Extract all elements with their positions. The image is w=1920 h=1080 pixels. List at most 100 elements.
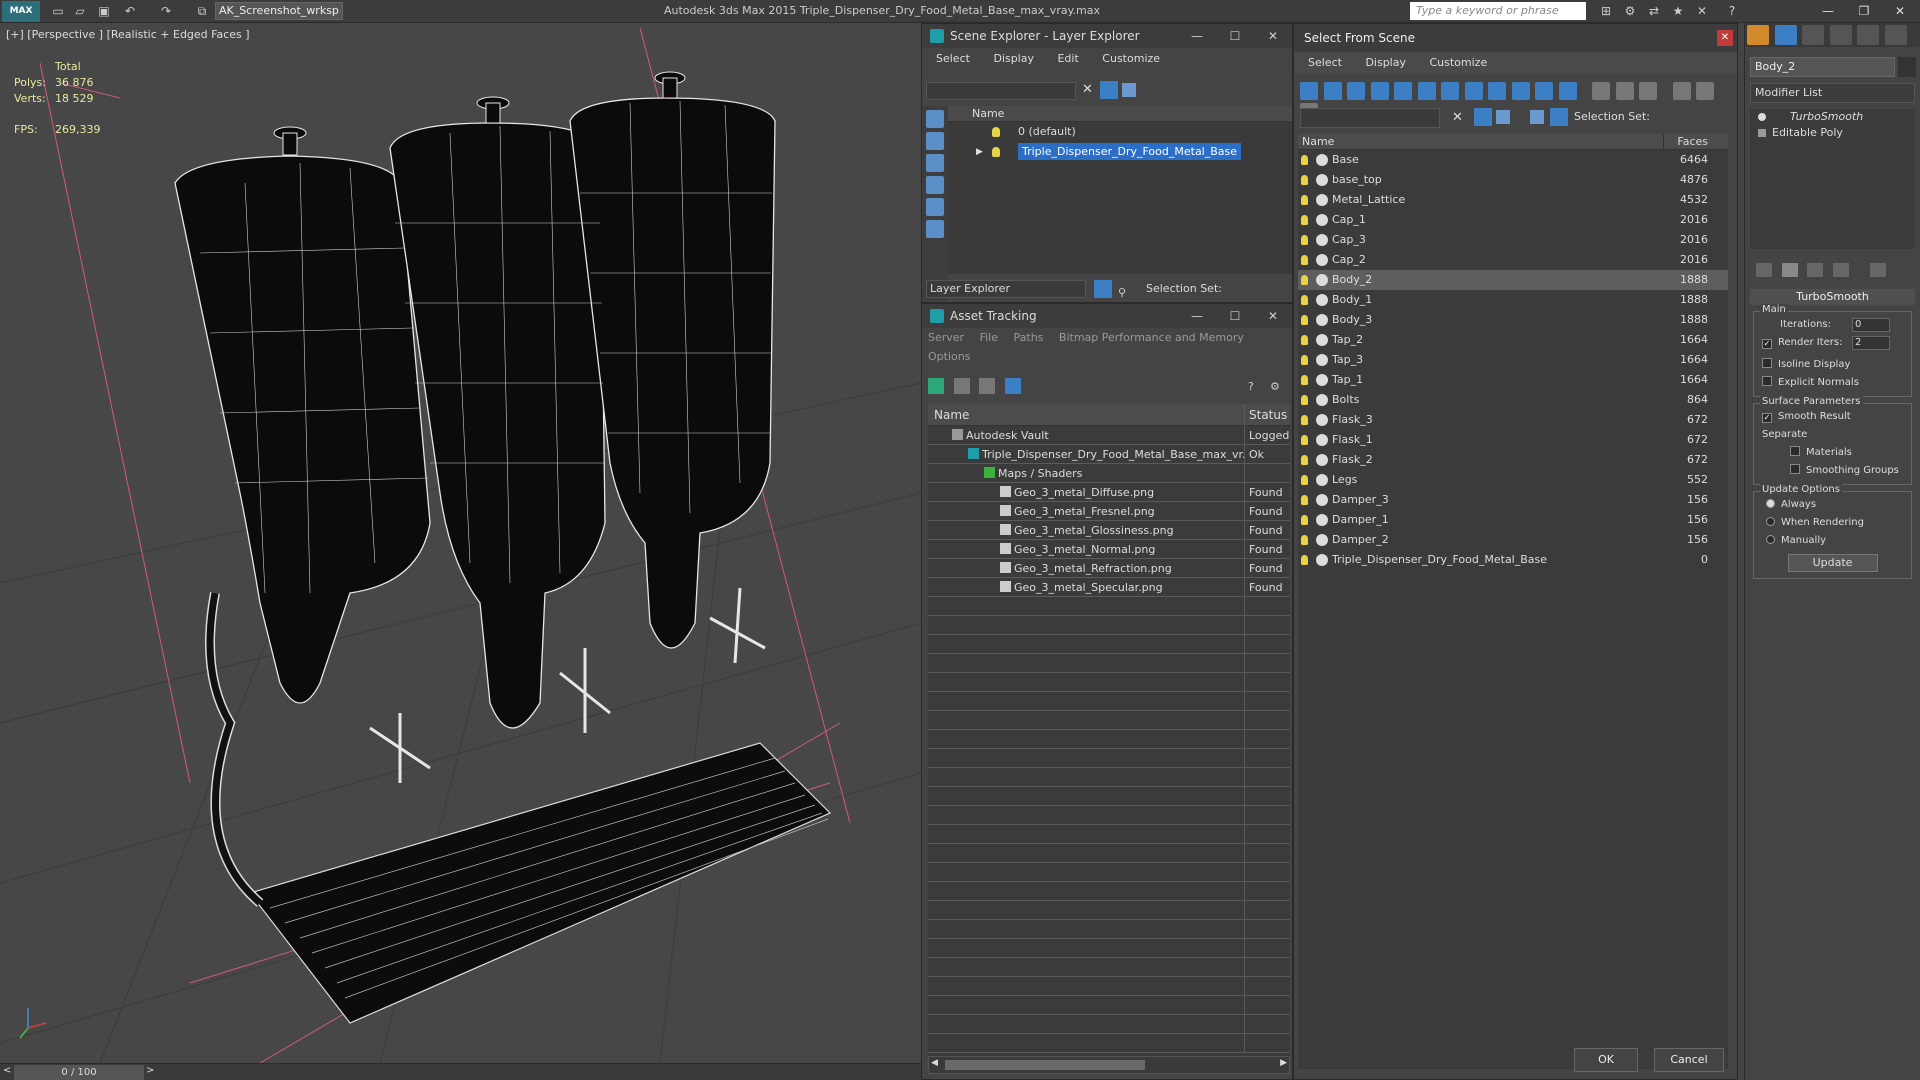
visibility-bulb-icon[interactable] <box>1301 415 1308 425</box>
asset-row[interactable]: Geo_3_metal_Specular.png Found <box>928 578 1290 597</box>
at-settings-icon[interactable]: ⚙ <box>1270 380 1284 394</box>
asset-row[interactable]: Triple_Dispenser_Dry_Food_Metal_Base_max… <box>928 445 1290 464</box>
at-menu-server[interactable]: Server <box>928 331 964 344</box>
scroll-thumb[interactable] <box>945 1060 1145 1070</box>
object-row[interactable]: Damper_2 156 <box>1298 530 1728 550</box>
viewport-label[interactable]: [+] [Perspective ] [Realistic + Edged Fa… <box>6 28 250 41</box>
filter-lights-icon[interactable] <box>1347 82 1365 100</box>
always-radio[interactable] <box>1766 499 1775 508</box>
timeline-prev-icon[interactable]: < <box>3 1065 11 1076</box>
list-view-icon[interactable] <box>953 378 970 394</box>
modifier-bulb-icon[interactable] <box>1758 113 1766 121</box>
object-row[interactable]: Flask_3 672 <box>1298 410 1728 430</box>
modifier-stack-item[interactable]: Editable Poly <box>1750 125 1915 141</box>
ss-menu-select[interactable]: Select <box>1308 56 1342 69</box>
ss-hierarchy-icon[interactable] <box>1550 108 1568 126</box>
object-row[interactable]: Flask_1 672 <box>1298 430 1728 450</box>
hierarchy-icon[interactable]: ⚲ <box>1118 280 1134 299</box>
asset-row[interactable]: Geo_3_metal_Normal.png Found <box>928 540 1290 559</box>
workspace-dropdown[interactable]: AK_Screenshot_wrksp <box>215 2 343 20</box>
manually-radio[interactable] <box>1766 535 1775 544</box>
filter-hidden-icon[interactable] <box>1558 82 1577 100</box>
binoculars-icon[interactable]: ⊞ <box>1598 3 1614 19</box>
modify-tab-icon[interactable] <box>1774 25 1797 45</box>
explorer-type-dropdown[interactable]: Layer Explorer <box>926 280 1086 298</box>
visibility-bulb-icon[interactable] <box>1301 375 1308 385</box>
asset-col-status[interactable]: Status <box>1245 404 1290 425</box>
select-none-icon[interactable] <box>1615 82 1634 100</box>
visibility-bulb-icon[interactable] <box>1301 475 1308 485</box>
scene-explorer-minimize-button[interactable]: — <box>1182 24 1212 48</box>
visibility-bulb-icon[interactable] <box>1301 315 1308 325</box>
visibility-bulb-icon[interactable] <box>1301 455 1308 465</box>
object-row[interactable]: Triple_Dispenser_Dry_Food_Metal_Base 0 <box>1298 550 1728 570</box>
ss-layers-icon[interactable] <box>1496 110 1510 124</box>
object-row[interactable]: base_top 4876 <box>1298 170 1728 190</box>
project-folder-icon[interactable]: ⧉ <box>194 3 210 19</box>
at-minimize-button[interactable]: — <box>1182 304 1212 328</box>
communication-icon[interactable]: ⇄ <box>1646 3 1662 19</box>
se-menu-edit[interactable]: Edit <box>1057 52 1078 65</box>
object-color-swatch[interactable] <box>1898 57 1916 77</box>
visibility-bulb-icon[interactable] <box>1301 215 1308 225</box>
object-row[interactable]: Bolts 864 <box>1298 390 1728 410</box>
clear-find-icon[interactable]: ✕ <box>1082 82 1093 97</box>
make-unique-icon[interactable] <box>1807 263 1823 277</box>
help-icon[interactable]: ? <box>1724 3 1740 19</box>
perspective-viewport[interactable]: [+] [Perspective ] [Realistic + Edged Fa… <box>0 23 921 1063</box>
scene-explorer-close-button[interactable]: ✕ <box>1258 24 1288 48</box>
layer-row[interactable]: ▶ Triple_Dispenser_Dry_Food_Metal_Base <box>948 142 1292 162</box>
layer-sort-icon[interactable] <box>1122 83 1136 97</box>
object-row[interactable]: Damper_1 156 <box>1298 510 1728 530</box>
table-view-icon[interactable] <box>1004 378 1021 394</box>
asset-row[interactable]: Geo_3_metal_Glossiness.png Found <box>928 521 1290 540</box>
restore-window-button[interactable]: ❐ <box>1846 1 1882 21</box>
visibility-bulb-icon[interactable] <box>1301 555 1308 565</box>
favorites-star-icon[interactable]: ★ <box>1670 3 1686 19</box>
filter-groups-icon[interactable] <box>1441 82 1459 100</box>
save-icon[interactable]: ▣ <box>96 3 112 19</box>
at-menu-file[interactable]: File <box>980 331 998 344</box>
ss-menu-display[interactable]: Display <box>1365 56 1406 69</box>
at-menu-paths[interactable]: Paths <box>1014 331 1044 344</box>
asset-tracking-titlebar[interactable]: Asset Tracking — ☐ ✕ <box>922 304 1292 328</box>
select-invert-icon[interactable] <box>1639 82 1657 100</box>
filter-icon[interactable] <box>1100 81 1118 99</box>
object-row[interactable]: Tap_2 1664 <box>1298 330 1728 350</box>
configure-sets-icon[interactable] <box>1870 263 1886 277</box>
asset-table-hscrollbar[interactable]: ◀ ▶ <box>928 1056 1290 1074</box>
at-close-button[interactable]: ✕ <box>1258 304 1288 328</box>
visibility-bulb-icon[interactable] <box>1301 295 1308 305</box>
cancel-button[interactable]: Cancel <box>1654 1048 1724 1072</box>
asset-row[interactable]: Geo_3_metal_Refraction.png Found <box>928 559 1290 578</box>
scroll-left-icon[interactable]: ◀ <box>931 1058 938 1068</box>
expand-arrow-icon[interactable]: ▶ <box>976 142 983 162</box>
scene-explorer-titlebar[interactable]: Scene Explorer - Layer Explorer — ☐ ✕ <box>922 24 1292 48</box>
filter-frozen-icon[interactable] <box>1535 82 1553 100</box>
update-button[interactable]: Update <box>1787 554 1878 572</box>
scroll-right-icon[interactable]: ▶ <box>1280 1058 1287 1068</box>
time-slider-bar[interactable]: < 0 / 100 > <box>0 1063 921 1080</box>
keyword-search-input[interactable]: Type a keyword or phrase <box>1410 2 1586 20</box>
at-maximize-button[interactable]: ☐ <box>1220 304 1250 328</box>
ss-layer-sort-icon[interactable] <box>1530 110 1544 124</box>
iterations-spinner[interactable]: 0 <box>1852 318 1890 332</box>
filter-funnel-icon[interactable] <box>1672 82 1691 100</box>
app-logo[interactable]: MAX <box>2 1 40 22</box>
visibility-bulb-icon[interactable] <box>1301 235 1308 245</box>
object-row[interactable]: Tap_1 1664 <box>1298 370 1728 390</box>
minimize-window-button[interactable]: — <box>1810 1 1846 21</box>
layer-row[interactable]: 0 (default) <box>948 122 1292 142</box>
asset-row[interactable]: Geo_3_metal_Diffuse.png Found <box>928 483 1290 502</box>
when-rendering-radio[interactable] <box>1766 517 1775 526</box>
scene-explorer-maximize-button[interactable]: ☐ <box>1220 24 1250 48</box>
filter-geometry-icon[interactable] <box>1300 82 1318 100</box>
display-lights-icon[interactable] <box>926 176 944 194</box>
filter-cameras-icon[interactable] <box>1370 82 1389 100</box>
ss-close-button[interactable]: ✕ <box>1717 30 1733 46</box>
thumbnail-view-icon[interactable] <box>979 378 995 394</box>
ss-clear-find-icon[interactable]: ✕ <box>1452 110 1463 125</box>
modifier-list-dropdown[interactable]: Modifier List <box>1750 83 1915 103</box>
visibility-bulb-icon[interactable] <box>1301 335 1308 345</box>
asset-row[interactable]: Autodesk Vault Logged <box>928 426 1290 445</box>
